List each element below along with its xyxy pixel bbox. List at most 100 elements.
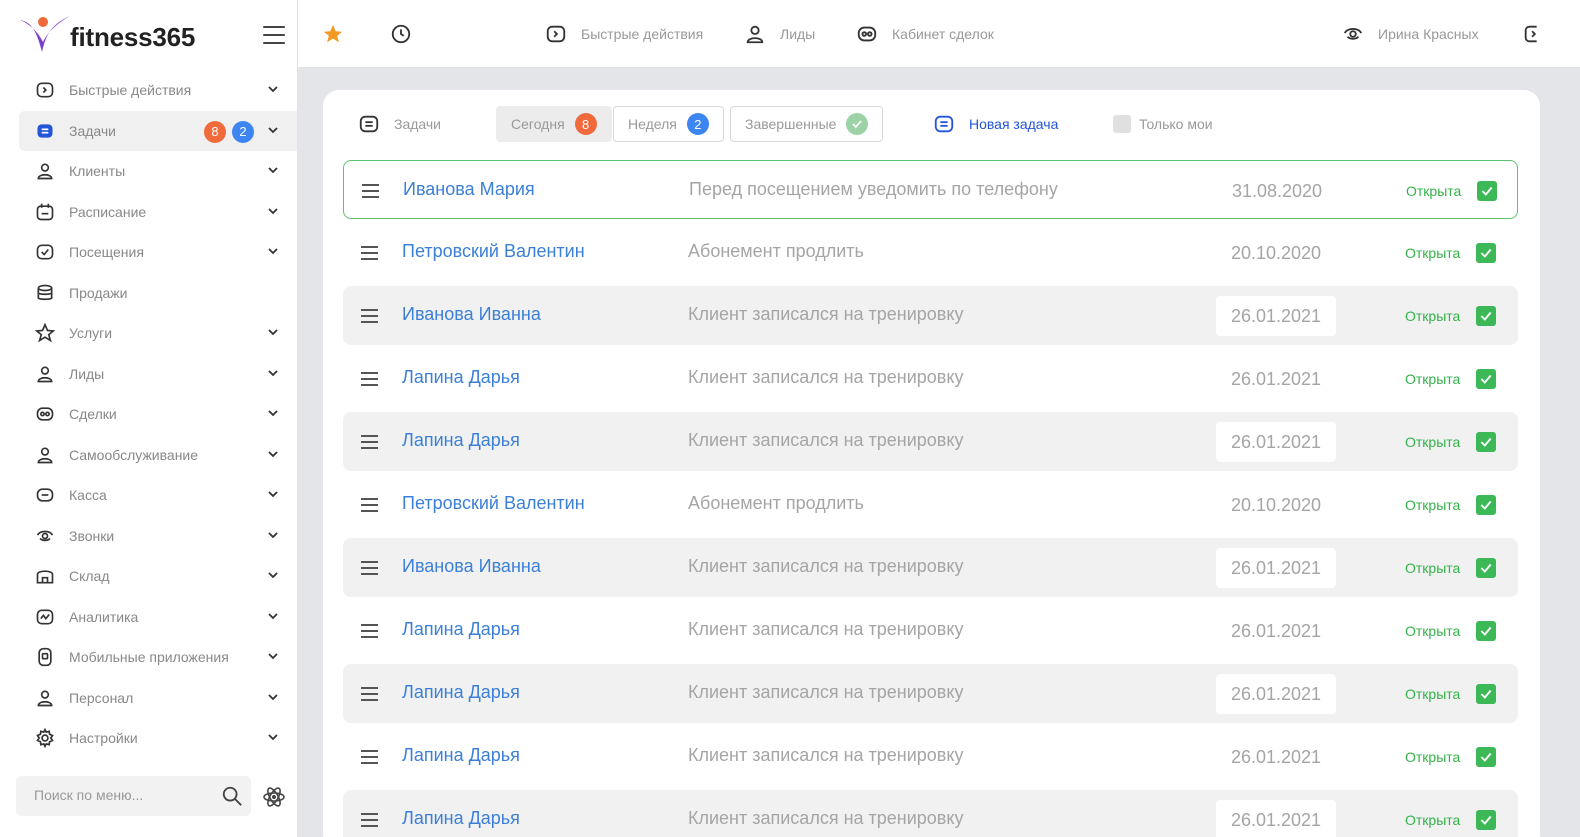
new-task-button[interactable]: Новая задача [933, 106, 1058, 142]
drag-handle-icon[interactable] [361, 435, 378, 449]
filter-week[interactable]: Неделя 2 [613, 106, 724, 142]
filter-completed[interactable]: Завершенные [730, 106, 884, 142]
sidebar-item-16[interactable]: Настройки [19, 718, 297, 759]
chevron-down-icon[interactable] [268, 206, 278, 216]
task-client-name[interactable]: Петровский Валентин [402, 493, 585, 514]
chevron-down-icon[interactable] [268, 165, 278, 175]
chevron-down-icon[interactable] [268, 611, 278, 621]
chevron-down-icon[interactable] [268, 651, 278, 661]
sidebar-item-12[interactable]: Склад [19, 556, 297, 597]
topbar-quick-actions[interactable]: Быстрые действия [545, 22, 703, 46]
task-client-name[interactable]: Лапина Дарья [402, 745, 520, 766]
task-client-name[interactable]: Иванова Иванна [402, 304, 541, 325]
chevron-down-icon[interactable] [268, 449, 278, 459]
task-client-name[interactable]: Лапина Дарья [402, 808, 520, 829]
filter-today[interactable]: Сегодня 8 [496, 106, 612, 142]
sidebar-item-11[interactable]: Звонки [19, 516, 297, 557]
settings-atom-icon[interactable] [262, 785, 286, 809]
sidebar-item-5[interactable]: Продажи [19, 273, 297, 314]
sidebar-item-4[interactable]: Посещения [19, 232, 297, 273]
drag-handle-icon[interactable] [361, 561, 378, 575]
task-row[interactable]: Лапина Дарья Клиент записался на трениров… [343, 349, 1518, 408]
drag-handle-icon[interactable] [361, 813, 378, 827]
task-complete-checkbox[interactable] [1477, 181, 1497, 201]
chevron-down-icon[interactable] [268, 408, 278, 418]
drag-handle-icon[interactable] [361, 246, 378, 260]
sidebar-item-14[interactable]: Мобильные приложения [19, 637, 297, 678]
task-row[interactable]: Лапина Дарья Клиент записался на трениров… [343, 664, 1518, 723]
task-complete-checkbox[interactable] [1476, 369, 1496, 389]
menu-toggle-icon[interactable] [263, 26, 285, 44]
task-complete-checkbox[interactable] [1476, 558, 1496, 578]
sidebar-item-10[interactable]: Касса [19, 475, 297, 516]
favorites-button[interactable] [322, 22, 344, 46]
drag-handle-icon[interactable] [361, 624, 378, 638]
task-row[interactable]: Лапина Дарья Клиент записался на трениров… [343, 601, 1518, 660]
task-complete-checkbox[interactable] [1476, 495, 1496, 515]
task-row[interactable]: Иванова Иванна Клиент записался на тренир… [343, 286, 1518, 345]
task-client-name[interactable]: Иванова Иванна [402, 556, 541, 577]
logout-button[interactable] [1522, 22, 1544, 46]
task-row[interactable]: Иванова Мария Перед посещением уведомить … [343, 160, 1518, 219]
person-icon [746, 25, 764, 44]
logo[interactable]: fitness365 [18, 12, 208, 56]
task-complete-checkbox[interactable] [1476, 306, 1496, 326]
task-client-name[interactable]: Лапина Дарья [402, 619, 520, 640]
task-client-name[interactable]: Лапина Дарья [402, 367, 520, 388]
sidebar-item-2[interactable]: Клиенты [19, 151, 297, 192]
chevron-down-icon[interactable] [268, 732, 278, 742]
task-client-name[interactable]: Лапина Дарья [402, 682, 520, 703]
drag-handle-icon[interactable] [362, 184, 379, 198]
chevron-down-icon[interactable] [268, 530, 278, 540]
task-client-name[interactable]: Петровский Валентин [402, 241, 585, 262]
task-complete-checkbox[interactable] [1476, 243, 1496, 263]
task-row[interactable]: Лапина Дарья Клиент записался на трениров… [343, 790, 1518, 837]
sidebar-item-13[interactable]: Аналитика [19, 597, 297, 638]
topbar-user[interactable]: Ирина Красных [1342, 22, 1479, 46]
task-row[interactable]: Лапина Дарья Клиент записался на трениров… [343, 412, 1518, 471]
task-count-badges: 82 [204, 120, 254, 143]
task-complete-checkbox[interactable] [1476, 810, 1496, 830]
chevron-down-icon[interactable] [268, 246, 278, 256]
drag-handle-icon[interactable] [361, 372, 378, 386]
chevron-down-icon[interactable] [268, 489, 278, 499]
chevron-down-icon[interactable] [268, 327, 278, 337]
chevron-down-icon[interactable] [268, 125, 278, 135]
sidebar-item-7[interactable]: Лиды [19, 354, 297, 395]
chevron-down-icon[interactable] [268, 570, 278, 580]
drag-handle-icon[interactable] [361, 750, 378, 764]
drag-handle-icon[interactable] [361, 498, 378, 512]
menu-search-input[interactable] [34, 787, 214, 803]
search-icon[interactable] [221, 785, 243, 807]
task-row[interactable]: Лапина Дарья Клиент записался на трениров… [343, 727, 1518, 786]
task-row[interactable]: Петровский Валентин Абонемент продлить 20.… [343, 475, 1518, 534]
chevron-down-icon[interactable] [268, 368, 278, 378]
chevron-down-icon[interactable] [268, 692, 278, 702]
drag-handle-icon[interactable] [361, 687, 378, 701]
only-mine-checkbox[interactable] [1113, 115, 1131, 133]
sidebar-item-6[interactable]: Услуги [19, 313, 297, 354]
task-row[interactable]: Иванова Иванна Клиент записался на тренир… [343, 538, 1518, 597]
person-icon [37, 690, 53, 707]
sidebar-item-8[interactable]: Сделки [19, 394, 297, 435]
task-complete-checkbox[interactable] [1476, 684, 1496, 704]
sidebar-item-15[interactable]: Персонал [19, 678, 297, 719]
task-row[interactable]: Петровский Валентин Абонемент продлить 20.… [343, 223, 1518, 282]
chevron-down-icon[interactable] [268, 84, 278, 94]
task-client-name[interactable]: Иванова Мария [403, 179, 535, 200]
topbar-leads[interactable]: Лиды [744, 22, 815, 46]
task-client-name[interactable]: Лапина Дарья [402, 430, 520, 451]
sidebar-item-1[interactable]: Задачи 8 2 [19, 110, 297, 151]
history-button[interactable] [390, 22, 412, 46]
task-complete-checkbox[interactable] [1476, 747, 1496, 767]
task-complete-checkbox[interactable] [1476, 621, 1496, 641]
sidebar-item-3[interactable]: Расписание [19, 192, 297, 233]
calls-icon [36, 530, 54, 541]
drag-handle-icon[interactable] [361, 309, 378, 323]
sidebar-item-9[interactable]: Самообслуживание [19, 435, 297, 476]
topbar-deals-cabinet[interactable]: Кабинет сделок [856, 22, 994, 46]
only-mine-toggle[interactable]: Только мои [1113, 106, 1213, 142]
task-complete-checkbox[interactable] [1476, 432, 1496, 452]
sidebar-item-0[interactable]: Быстрые действия [19, 70, 297, 111]
cashbox-icon [36, 488, 54, 502]
